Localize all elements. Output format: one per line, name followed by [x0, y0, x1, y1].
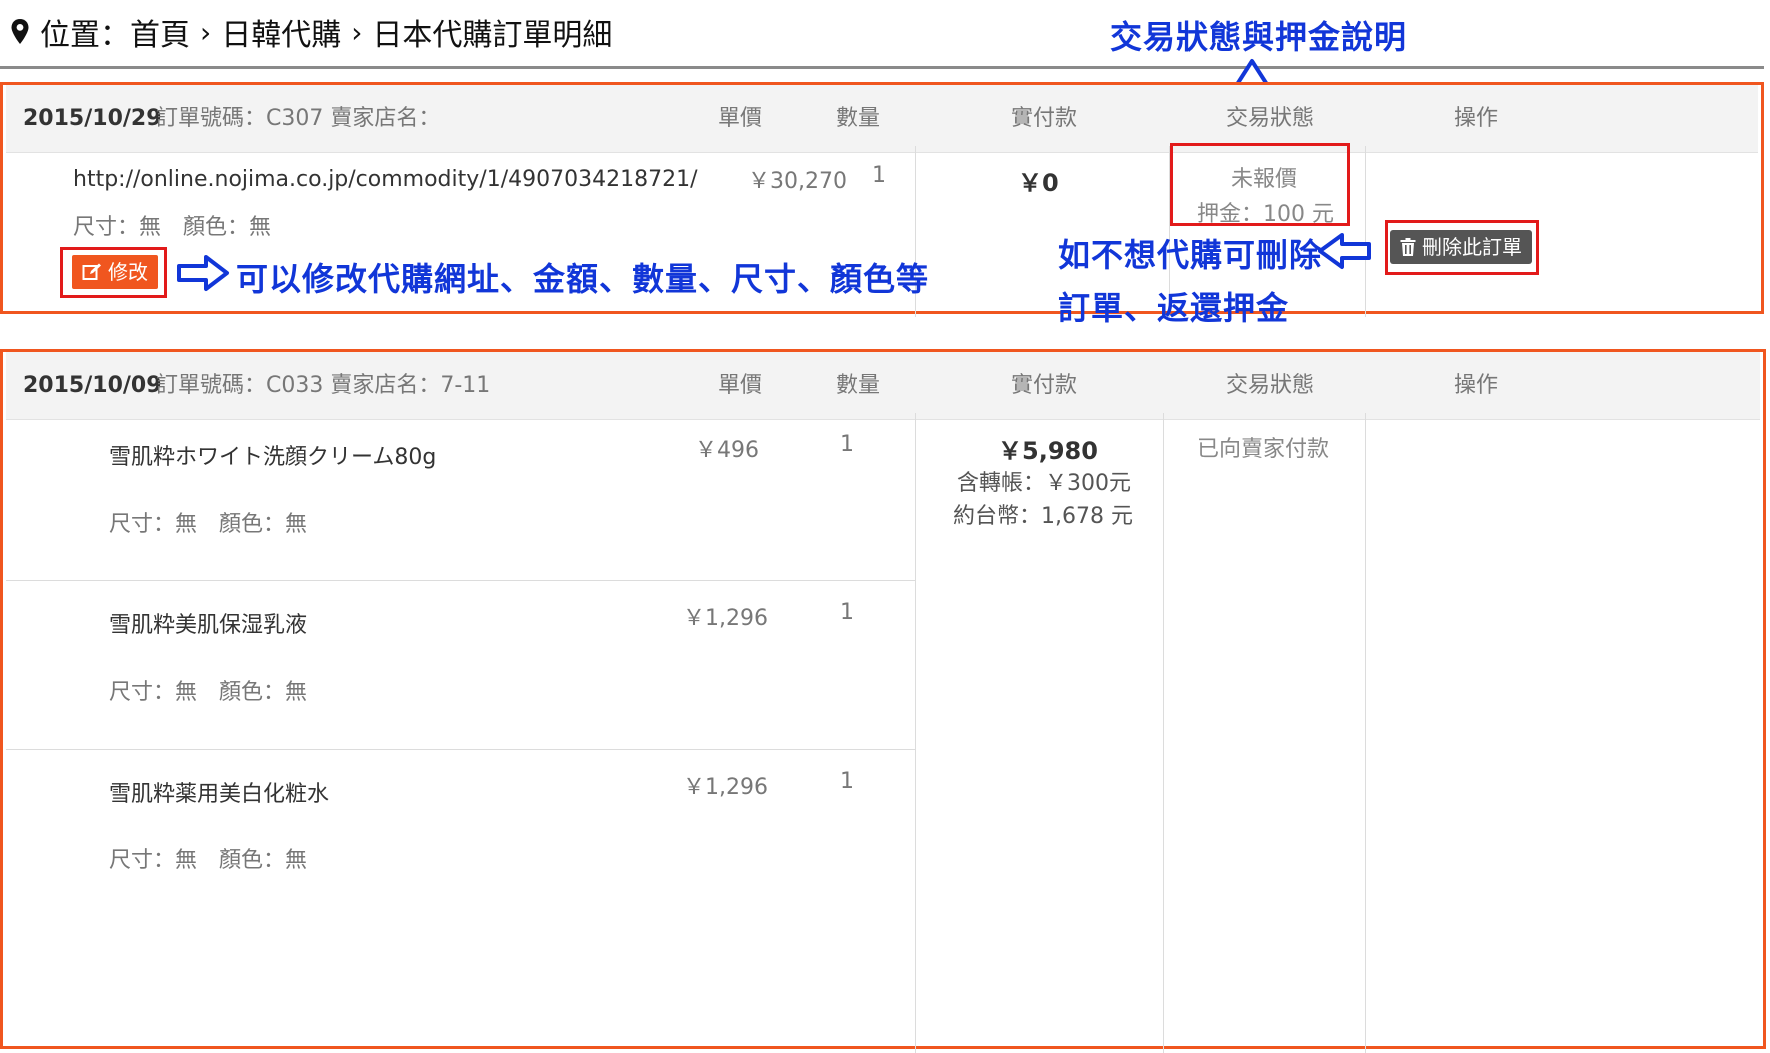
breadcrumb-label: 位置：首頁 [40, 18, 190, 53]
breadcrumb-separator: › [351, 15, 363, 49]
order-date: 2015/10/09 [23, 373, 162, 398]
status-highlight [1170, 143, 1350, 226]
item-name[interactable]: 雪肌粋ホワイト洗顔クリーム80g [109, 439, 436, 471]
order-header: 2015/10/29 訂單號碼：C307 賣家店名： 單價 數量 實付款 交易狀… [6, 85, 1758, 153]
annotation-status-help: 交易狀態與押金說明 [1110, 18, 1408, 56]
delete-order-label: 刪除此訂單 [1422, 235, 1522, 259]
breadcrumb-link-japan-korea[interactable]: 日韓代購 [221, 10, 341, 54]
item-name[interactable]: 雪肌粋美肌保湿乳液 [109, 607, 307, 639]
location-pin-icon [11, 19, 29, 44]
column-divider [1163, 413, 1164, 1053]
item-url[interactable]: http://online.nojima.co.jp/commodity/1/4… [73, 167, 697, 192]
edit-button[interactable]: 修改 [72, 255, 158, 289]
row-divider [6, 749, 915, 750]
order-date: 2015/10/29 [23, 106, 162, 131]
status-text: 已向賣家付款 [1197, 437, 1330, 462]
breadcrumb-current: 日本代購訂單明細 [372, 18, 613, 53]
arrow-left-icon [1318, 233, 1371, 269]
header-paid: 實付款 [1011, 373, 1078, 398]
header-paid: 實付款 [1011, 106, 1078, 131]
item-qty: 1 [872, 163, 886, 188]
delete-order-button[interactable]: 刪除此訂單 [1390, 230, 1532, 264]
edit-icon [82, 263, 101, 280]
paid-amount: ￥0 [1018, 169, 1059, 197]
item-spec: 尺寸：無 顏色：無 [109, 512, 308, 537]
edit-button-label: 修改 [108, 260, 148, 284]
column-divider [915, 413, 916, 1053]
item-price: ￥1,296 [683, 775, 768, 800]
arrow-right-icon [177, 255, 229, 291]
item-qty: 1 [840, 432, 854, 457]
header-qty: 數量 [836, 373, 881, 398]
breadcrumb-separator: › [200, 15, 212, 49]
item-price: ￥496 [695, 438, 759, 463]
column-divider [1365, 413, 1366, 1053]
item-spec: 尺寸：無 顏色：無 [73, 215, 272, 240]
header-price: 單價 [718, 373, 763, 398]
item-price: ￥30,270 [748, 169, 847, 194]
header-status: 交易狀態 [1226, 106, 1315, 131]
order-info: 訂單號碼：C307 賣家店名： [156, 106, 441, 131]
order-card: 2015/10/09 訂單號碼：C033 賣家店名：7-11 單價 數量 實付款… [0, 349, 1766, 1053]
paid-amount: ￥5,980 [998, 437, 1098, 465]
item-qty: 1 [840, 600, 854, 625]
paid-transfer: 含轉帳：￥300元 [957, 471, 1131, 496]
order-info: 訂單號碼：C033 賣家店名：7-11 [156, 373, 491, 398]
header-qty: 數量 [836, 106, 881, 131]
paid-twd: 約台幣：1,678 元 [953, 504, 1133, 529]
order-header: 2015/10/09 訂單號碼：C033 賣家店名：7-11 單價 數量 實付款… [6, 352, 1760, 420]
header-status: 交易狀態 [1226, 373, 1315, 398]
header-price: 單價 [718, 106, 763, 131]
breadcrumb-divider [0, 66, 1764, 69]
header-action: 操作 [1454, 106, 1499, 131]
row-divider [6, 580, 915, 581]
item-price: ￥1,296 [683, 606, 768, 631]
breadcrumb: 位置：首頁 › 日韓代購 › 日本代購訂單明細 [10, 10, 613, 54]
annotation-delete-help-line1: 如不想代購可刪除 [1058, 236, 1323, 274]
item-spec: 尺寸：無 顏色：無 [109, 848, 308, 873]
trash-icon [1400, 238, 1416, 256]
annotation-delete-help-line2: 訂單、返還押金 [1058, 289, 1290, 327]
item-spec: 尺寸：無 顏色：無 [109, 680, 308, 705]
header-action: 操作 [1454, 373, 1499, 398]
item-qty: 1 [840, 769, 854, 794]
item-name[interactable]: 雪肌粋薬用美白化粧水 [109, 776, 329, 808]
annotation-edit-help: 可以修改代購網址、金額、數量、尺寸、顏色等 [236, 260, 930, 298]
